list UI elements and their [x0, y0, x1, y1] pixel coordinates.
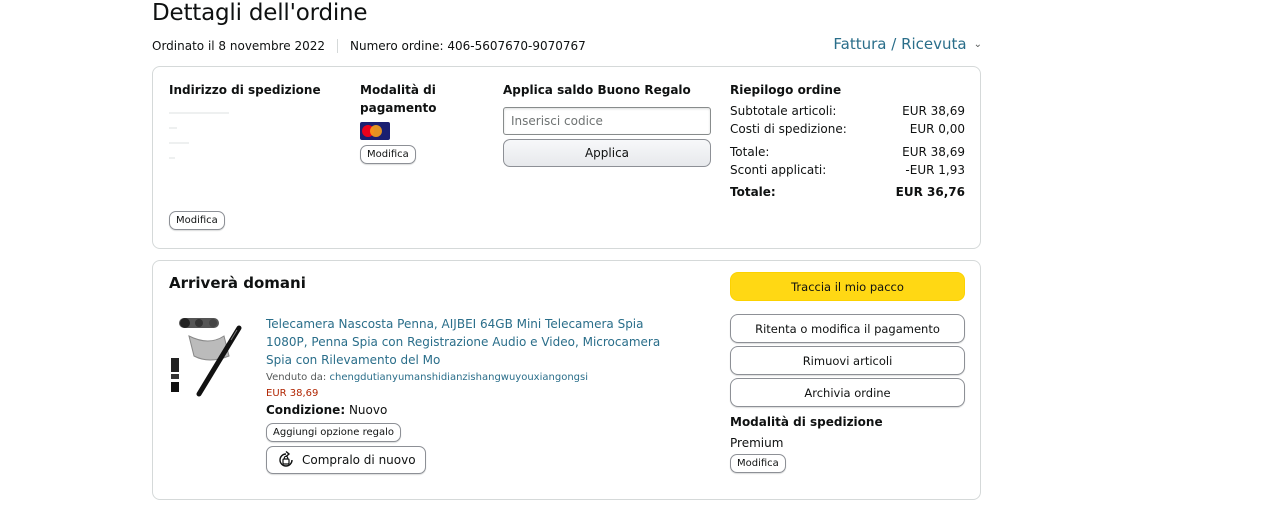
summary-value: -EUR 1,93 — [905, 163, 965, 177]
gift-card-section: Applica saldo Buono Regalo Inserisci cod… — [503, 81, 711, 167]
summary-label: Subtotale articoli: — [730, 104, 837, 118]
shipping-address-title: Indirizzo di spedizione — [169, 83, 321, 97]
payment-method-title: Modalità di pagamento — [360, 83, 437, 115]
summary-value: EUR 38,69 — [902, 145, 965, 159]
edit-payment-button[interactable]: Modifica — [360, 145, 416, 164]
track-package-button[interactable]: Traccia il mio pacco — [730, 272, 965, 301]
gift-card-title: Applica saldo Buono Regalo — [503, 83, 691, 97]
product-price: EUR 38,69 — [266, 388, 319, 399]
product-details: Telecamera Nascosta Penna, AIJBEI 64GB M… — [266, 315, 686, 474]
shipping-method-title: Modalità di spedizione — [730, 415, 883, 429]
summary-title: Riepilogo ordine — [730, 83, 842, 97]
delivery-status: Arriverà domani — [169, 274, 306, 292]
seller-link[interactable]: chengdutianyumanshidianzishangwuyouxiang… — [330, 372, 589, 383]
seller-label: Venduto da: — [266, 372, 327, 383]
order-date: Ordinato il 8 novembre 2022 — [152, 39, 326, 53]
shipping-address-section: Indirizzo di spedizione Modifica — [169, 81, 339, 230]
summary-row: Subtotale articoli: EUR 38,69 — [730, 102, 965, 120]
summary-row: Sconti applicati: -EUR 1,93 — [730, 161, 965, 179]
summary-row: Totale: EUR 38,69 — [730, 143, 965, 161]
seller-info: Venduto da: chengdutianyumanshidianzisha… — [266, 372, 686, 383]
retry-payment-button[interactable]: Ritenta o modifica il pagamento — [730, 314, 965, 343]
shipment-actions: Traccia il mio pacco Ritenta o modifica … — [730, 272, 965, 473]
buy-again-icon — [279, 450, 293, 467]
chevron-down-icon: ⌄ — [973, 38, 982, 50]
summary-total-label: Totale: — [730, 185, 776, 199]
summary-row: Costi di spedizione: EUR 0,00 — [730, 120, 965, 138]
summary-total-row: Totale: EUR 36,76 — [730, 183, 965, 201]
divider — [337, 39, 339, 53]
summary-value: EUR 38,69 — [902, 104, 965, 118]
condition-label: Condizione: — [266, 403, 346, 417]
order-meta: Ordinato il 8 novembre 2022 Numero ordin… — [152, 39, 586, 53]
mastercard-icon — [360, 122, 390, 140]
order-number: Numero ordine: 406-5607670-9070767 — [350, 39, 586, 53]
invoice-dropdown[interactable]: Fattura / Ricevuta ⌄ — [833, 35, 982, 53]
buy-again-label: Compralo di nuovo — [302, 453, 416, 467]
gift-code-input[interactable]: Inserisci codice — [503, 107, 711, 135]
shipment-card: Arriverà domani Telecamera Nascosta Penn… — [152, 260, 981, 500]
shipping-address-redacted — [169, 112, 339, 159]
condition-value: Nuovo — [348, 403, 388, 417]
order-info-card: Indirizzo di spedizione Modifica Modalit… — [152, 66, 981, 249]
product-condition: Condizione: Nuovo — [266, 403, 686, 417]
payment-method-section: Modalità di pagamento Modifica — [360, 81, 450, 164]
add-gift-option-button[interactable]: Aggiungi opzione regalo — [266, 423, 401, 442]
archive-order-button[interactable]: Archivia ordine — [730, 378, 965, 407]
summary-total-value: EUR 36,76 — [895, 185, 965, 199]
summary-label: Costi di spedizione: — [730, 122, 847, 136]
shipping-method-value: Premium — [730, 436, 784, 450]
edit-shipping-method-button[interactable]: Modifica — [730, 454, 786, 473]
edit-address-button[interactable]: Modifica — [169, 211, 225, 230]
order-summary: Riepilogo ordine Subtotale articoli: EUR… — [730, 81, 965, 201]
summary-value: EUR 0,00 — [909, 122, 965, 136]
page-title: Dettagli dell'ordine — [152, 0, 368, 26]
invoice-link-label: Fattura / Ricevuta — [833, 35, 967, 53]
summary-label: Totale: — [730, 145, 770, 159]
summary-label: Sconti applicati: — [730, 163, 827, 177]
product-title-link[interactable]: Telecamera Nascosta Penna, AIJBEI 64GB M… — [266, 315, 686, 369]
remove-items-button[interactable]: Rimuovi articoli — [730, 346, 965, 375]
apply-gift-button[interactable]: Applica — [503, 139, 711, 167]
product-image[interactable] — [169, 316, 249, 398]
buy-again-button[interactable]: Compralo di nuovo — [266, 446, 426, 474]
